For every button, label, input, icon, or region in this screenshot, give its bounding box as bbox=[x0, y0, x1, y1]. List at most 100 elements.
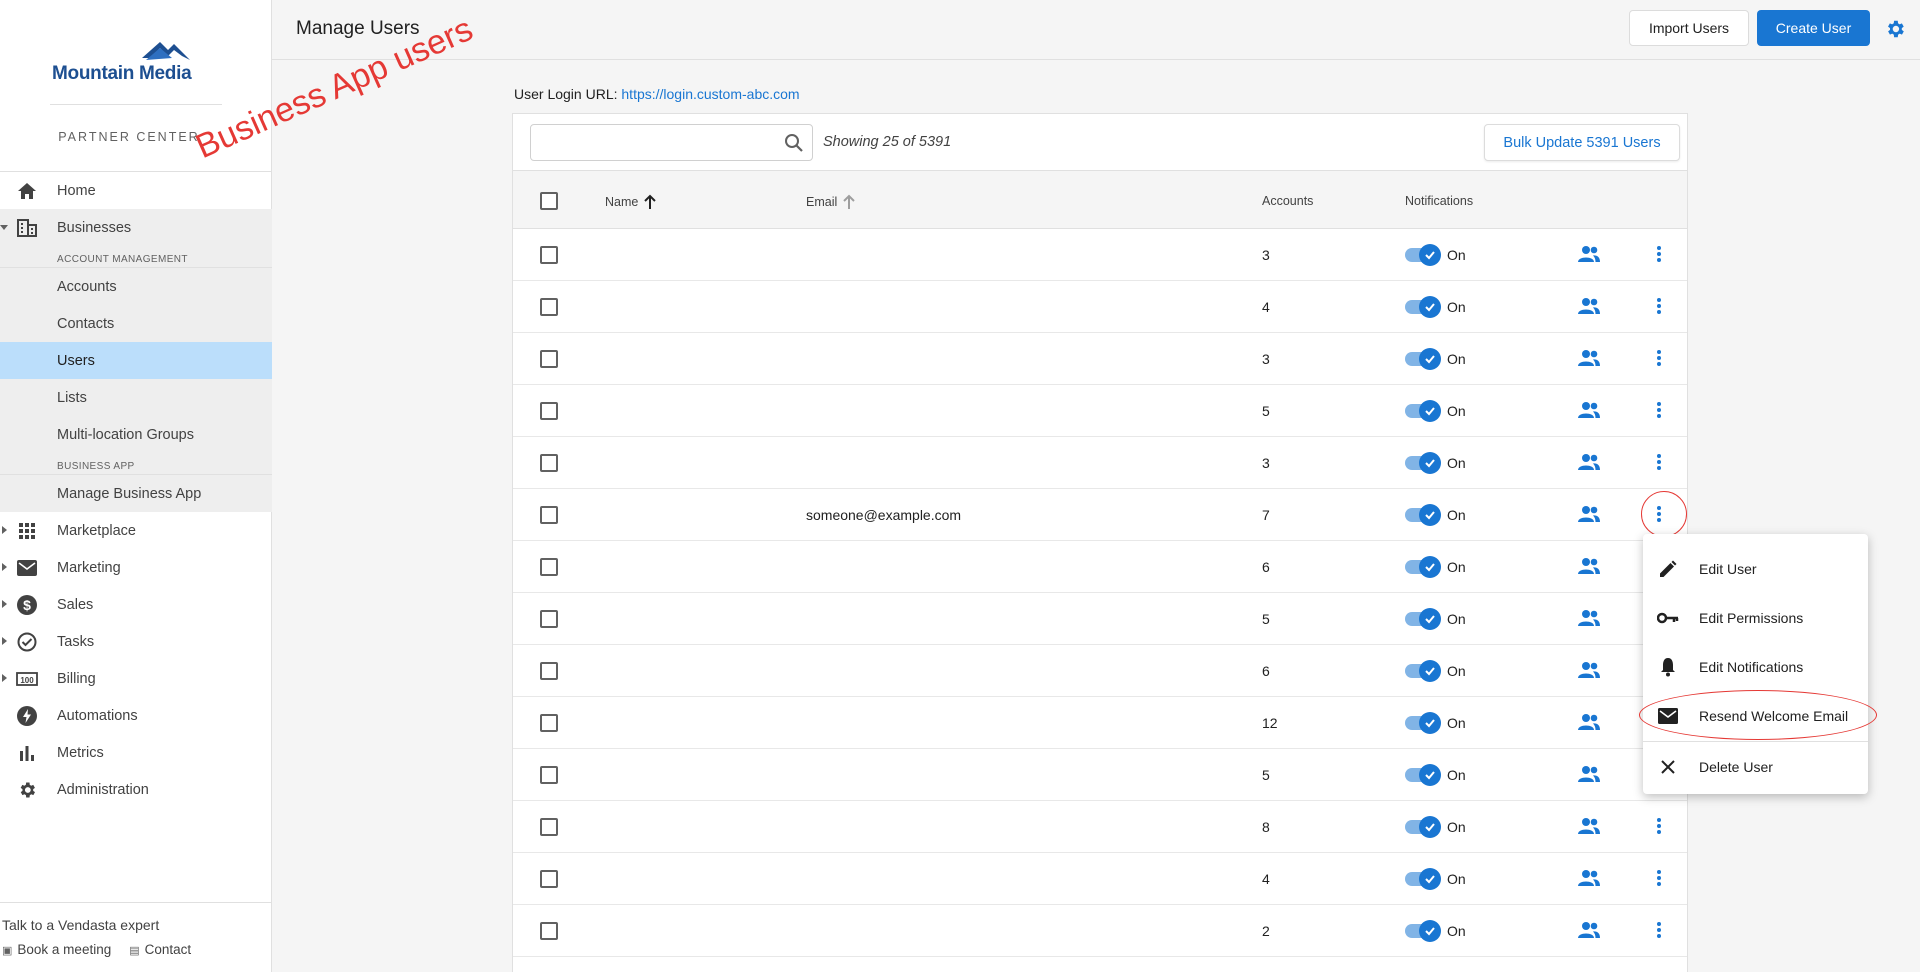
bell-icon bbox=[1657, 656, 1679, 678]
check-icon bbox=[1425, 459, 1435, 468]
row-checkbox[interactable] bbox=[540, 922, 558, 940]
impersonate-users-icon[interactable] bbox=[1577, 349, 1601, 370]
row-checkbox[interactable] bbox=[540, 298, 558, 316]
row-checkbox[interactable] bbox=[540, 714, 558, 732]
sidebar-item-lists[interactable]: Lists bbox=[0, 379, 272, 416]
more-vert-icon[interactable] bbox=[1652, 399, 1666, 421]
row-checkbox[interactable] bbox=[540, 766, 558, 784]
create-user-button[interactable]: Create User bbox=[1757, 10, 1870, 46]
impersonate-users-icon[interactable] bbox=[1577, 401, 1601, 422]
brand-name: Mountain Media bbox=[52, 63, 192, 84]
more-vert-icon[interactable] bbox=[1652, 451, 1666, 473]
sidebar-footer: Talk to a Vendasta expert ▣ Book a meetin… bbox=[0, 902, 272, 957]
row-checkbox[interactable] bbox=[540, 402, 558, 420]
check-icon bbox=[1425, 771, 1435, 780]
table-row: someone@example.com 7 On bbox=[513, 489, 1687, 541]
impersonate-users-icon[interactable] bbox=[1577, 609, 1601, 630]
sidebar-item-businesses[interactable]: Businesses bbox=[0, 209, 272, 246]
row-checkbox[interactable] bbox=[540, 870, 558, 888]
notifications-status: On bbox=[1447, 403, 1466, 419]
billing-icon: 100 bbox=[16, 669, 38, 689]
table-header: Name Email Accounts Notifications bbox=[513, 171, 1687, 229]
notifications-toggle[interactable] bbox=[1405, 504, 1441, 526]
impersonate-users-icon[interactable] bbox=[1577, 765, 1601, 786]
bulk-update-button[interactable]: Bulk Update 5391 Users bbox=[1484, 124, 1680, 161]
row-checkbox[interactable] bbox=[540, 662, 558, 680]
menu-item-edit-user[interactable]: Edit User bbox=[1643, 544, 1868, 593]
sidebar-item-automations[interactable]: Automations bbox=[0, 697, 272, 734]
more-vert-icon[interactable] bbox=[1652, 867, 1666, 889]
select-all-checkbox[interactable] bbox=[540, 192, 558, 210]
notifications-toggle[interactable] bbox=[1405, 816, 1441, 838]
sidebar-item-administration[interactable]: Administration bbox=[0, 771, 272, 808]
sidebar-item-home[interactable]: Home bbox=[0, 172, 272, 209]
caret-right-icon bbox=[2, 674, 7, 682]
row-checkbox[interactable] bbox=[540, 506, 558, 524]
more-vert-icon[interactable] bbox=[1652, 243, 1666, 265]
contact-link[interactable]: ▤ Contact bbox=[129, 942, 191, 957]
column-header-label: Email bbox=[806, 195, 838, 209]
sidebar-item-billing[interactable]: 100 Billing bbox=[0, 660, 272, 697]
notifications-status: On bbox=[1447, 715, 1466, 731]
menu-item-edit-permissions[interactable]: Edit Permissions bbox=[1643, 593, 1868, 642]
table-row: 5 On bbox=[513, 749, 1687, 801]
sidebar-item-accounts[interactable]: Accounts bbox=[0, 268, 272, 305]
table-row: 5 On bbox=[513, 593, 1687, 645]
table-row: 2 On bbox=[513, 905, 1687, 957]
notifications-toggle[interactable] bbox=[1405, 348, 1441, 370]
notifications-toggle[interactable] bbox=[1405, 452, 1441, 474]
impersonate-users-icon[interactable] bbox=[1577, 297, 1601, 318]
notifications-toggle[interactable] bbox=[1405, 764, 1441, 786]
menu-item-delete-user[interactable]: Delete User bbox=[1643, 742, 1868, 791]
more-vert-icon[interactable] bbox=[1652, 295, 1666, 317]
login-url-link[interactable]: https://login.custom-abc.com bbox=[621, 86, 799, 102]
notifications-toggle[interactable] bbox=[1405, 608, 1441, 630]
sidebar-item-label: Sales bbox=[57, 596, 94, 613]
contact-label: Contact bbox=[144, 942, 192, 957]
notifications-toggle[interactable] bbox=[1405, 400, 1441, 422]
settings-gear-icon[interactable] bbox=[1884, 18, 1906, 40]
notifications-toggle[interactable] bbox=[1405, 296, 1441, 318]
column-header-name[interactable]: Name bbox=[605, 194, 658, 210]
sidebar-item-manage-business-app[interactable]: Manage Business App bbox=[0, 475, 272, 512]
row-checkbox[interactable] bbox=[540, 350, 558, 368]
impersonate-users-icon[interactable] bbox=[1577, 921, 1601, 942]
sidebar-item-tasks[interactable]: Tasks bbox=[0, 623, 272, 660]
impersonate-users-icon[interactable] bbox=[1577, 245, 1601, 266]
impersonate-users-icon[interactable] bbox=[1577, 557, 1601, 578]
impersonate-users-icon[interactable] bbox=[1577, 453, 1601, 474]
impersonate-users-icon[interactable] bbox=[1577, 869, 1601, 890]
row-checkbox[interactable] bbox=[540, 818, 558, 836]
impersonate-users-icon[interactable] bbox=[1577, 661, 1601, 682]
notifications-toggle[interactable] bbox=[1405, 244, 1441, 266]
notifications-toggle[interactable] bbox=[1405, 868, 1441, 890]
notifications-toggle[interactable] bbox=[1405, 660, 1441, 682]
import-users-button[interactable]: Import Users bbox=[1629, 10, 1749, 46]
sidebar-item-contacts[interactable]: Contacts bbox=[0, 305, 272, 342]
impersonate-users-icon[interactable] bbox=[1577, 817, 1601, 838]
more-vert-icon[interactable] bbox=[1652, 347, 1666, 369]
row-checkbox[interactable] bbox=[540, 454, 558, 472]
search-input[interactable] bbox=[530, 124, 813, 161]
toggle-knob bbox=[1419, 504, 1441, 526]
sidebar-item-multi-location-groups[interactable]: Multi-location Groups bbox=[0, 416, 272, 453]
column-header-email[interactable]: Email bbox=[806, 194, 857, 210]
book-meeting-link[interactable]: ▣ Book a meeting bbox=[2, 942, 111, 957]
sidebar-item-users[interactable]: Users bbox=[0, 342, 272, 379]
sidebar-item-sales[interactable]: $ Sales bbox=[0, 586, 272, 623]
notifications-toggle[interactable] bbox=[1405, 920, 1441, 942]
sidebar-item-metrics[interactable]: Metrics bbox=[0, 734, 272, 771]
sidebar-item-marketplace[interactable]: Marketplace bbox=[0, 512, 272, 549]
more-vert-icon[interactable] bbox=[1652, 815, 1666, 837]
row-checkbox[interactable] bbox=[540, 558, 558, 576]
toggle-knob bbox=[1419, 296, 1441, 318]
notifications-toggle[interactable] bbox=[1405, 556, 1441, 578]
impersonate-users-icon[interactable] bbox=[1577, 505, 1601, 526]
row-checkbox[interactable] bbox=[540, 610, 558, 628]
more-vert-icon[interactable] bbox=[1652, 919, 1666, 941]
row-checkbox[interactable] bbox=[540, 246, 558, 264]
notifications-toggle[interactable] bbox=[1405, 712, 1441, 734]
menu-item-edit-notifications[interactable]: Edit Notifications bbox=[1643, 642, 1868, 691]
impersonate-users-icon[interactable] bbox=[1577, 713, 1601, 734]
sidebar-item-marketing[interactable]: Marketing bbox=[0, 549, 272, 586]
